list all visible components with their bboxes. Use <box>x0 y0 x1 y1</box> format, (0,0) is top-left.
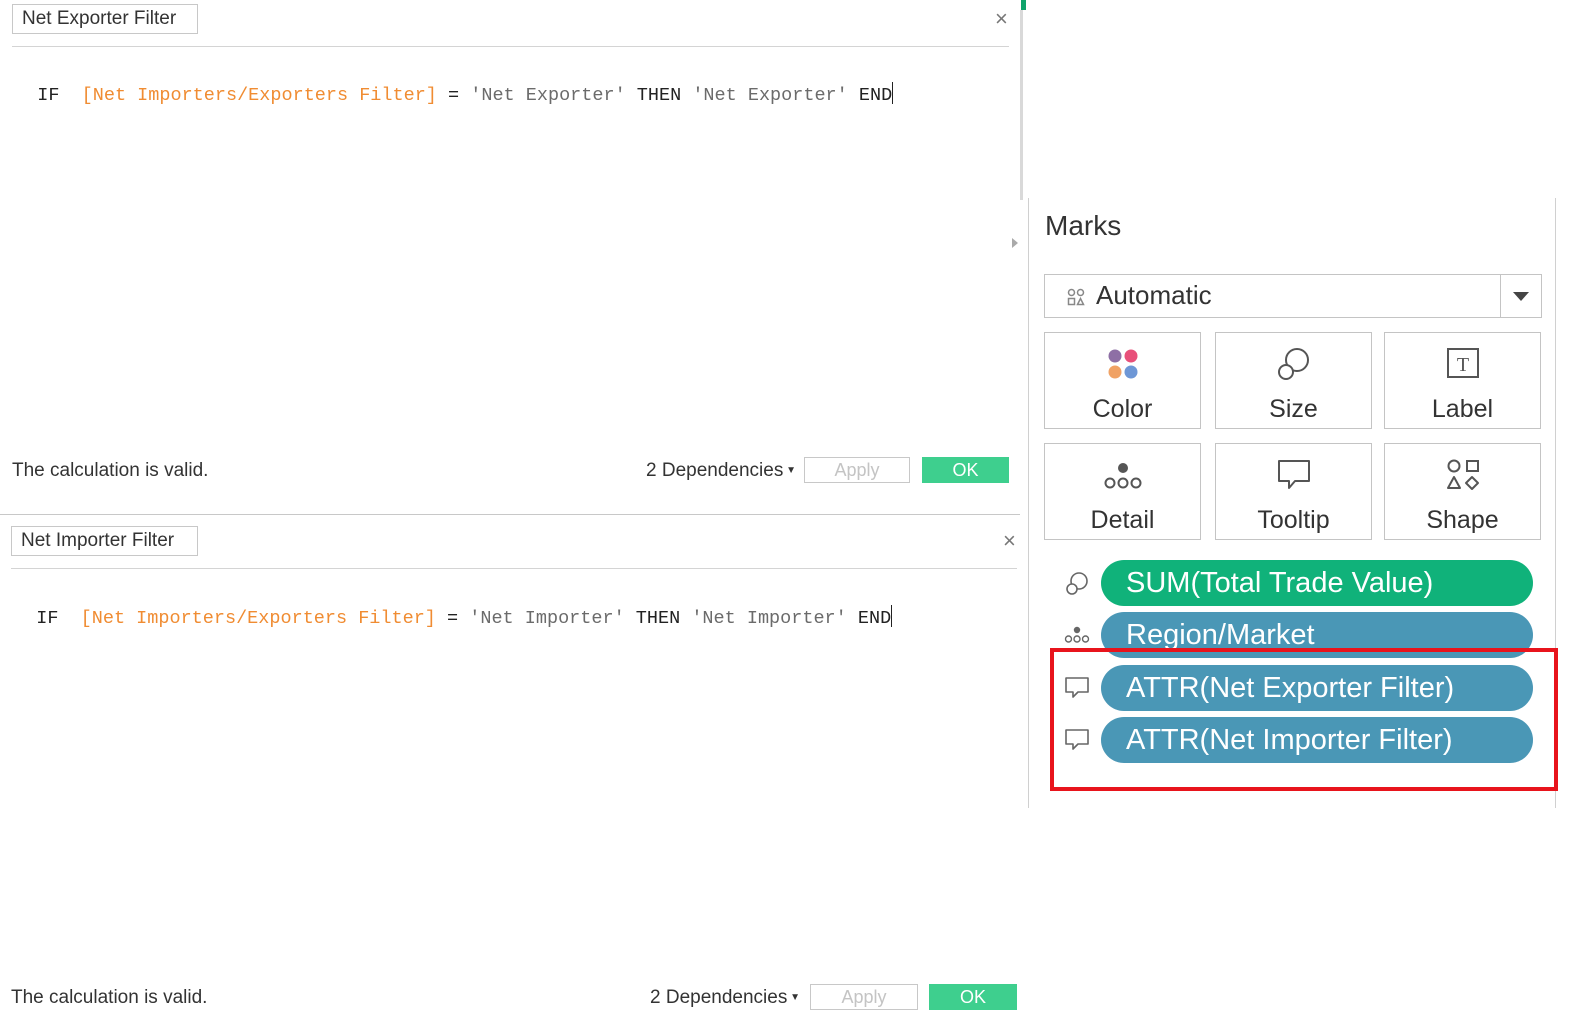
shape-button[interactable]: Shape <box>1384 443 1541 540</box>
close-icon[interactable]: × <box>1003 530 1016 552</box>
formula-operator: = <box>447 608 459 629</box>
calc-status: The calculation is valid. <box>11 987 208 1008</box>
formula-keyword: THEN <box>635 608 681 629</box>
label-button[interactable]: T Label <box>1384 332 1541 429</box>
formula-string: 'Net Exporter' <box>692 85 848 106</box>
calc-name-field[interactable]: Net Exporter Filter <box>12 4 198 34</box>
formula-string: 'Net Importer' <box>691 608 847 629</box>
formula-keyword: IF <box>36 608 59 629</box>
chevron-down-icon: ▼ <box>787 992 801 1003</box>
label-label: Label <box>1431 395 1494 423</box>
ok-button[interactable]: OK <box>922 457 1009 483</box>
calc-status: The calculation is valid. <box>12 460 209 481</box>
sum-total-trade-value-pill[interactable]: SUM(Total Trade Value) <box>1101 560 1533 606</box>
size-icon <box>1216 347 1371 381</box>
tooltip-icon <box>1216 458 1371 492</box>
editor-divider <box>11 568 1017 569</box>
chevron-down-icon: ▼ <box>783 465 797 476</box>
mark-type-dropdown[interactable]: Automatic <box>1044 274 1542 318</box>
detail-label: Detail <box>1090 506 1155 534</box>
text-caret <box>891 605 893 627</box>
apply-button[interactable]: Apply <box>804 457 910 483</box>
shape-label: Shape <box>1426 506 1499 534</box>
chevron-down-icon <box>1513 292 1529 301</box>
selection-indicator <box>1021 0 1026 10</box>
close-icon[interactable]: × <box>995 8 1008 30</box>
highlight-box <box>1050 648 1558 791</box>
text-caret <box>892 82 894 104</box>
size-button[interactable]: Size <box>1215 332 1372 429</box>
dependencies-label: 2 Dependencies <box>650 987 788 1008</box>
detail-button[interactable]: Detail <box>1044 443 1201 540</box>
detail-icon <box>1045 458 1200 492</box>
formula-field-reference: [Net Importers/Exporters Filter] <box>81 85 437 106</box>
formula-string: 'Net Exporter' <box>470 85 626 106</box>
formula-keyword: IF <box>37 85 60 106</box>
mark-type-label: Automatic <box>1096 280 1212 310</box>
shape-icon <box>1385 458 1540 492</box>
editor-divider <box>12 46 1009 47</box>
marks-title: Marks <box>1045 210 1122 241</box>
detail-icon <box>1064 624 1090 651</box>
scrollbar[interactable] <box>1020 10 1023 200</box>
calc-name-field[interactable]: Net Importer Filter <box>11 526 198 556</box>
formula-editor[interactable]: IF [Net Importers/Exporters Filter] = 'N… <box>15 56 894 109</box>
tooltip-label: Tooltip <box>1257 506 1330 534</box>
ok-button[interactable]: OK <box>929 984 1017 1010</box>
dependencies-dropdown[interactable]: 2 Dependencies ▼ <box>646 460 796 482</box>
tooltip-button[interactable]: Tooltip <box>1215 443 1372 540</box>
formula-string: 'Net Importer' <box>469 608 625 629</box>
automatic-mark-icon <box>1067 288 1085 311</box>
dependencies-dropdown[interactable]: 2 Dependencies ▼ <box>650 987 800 1009</box>
section-divider <box>0 514 1020 515</box>
color-button[interactable]: Color <box>1044 332 1201 429</box>
formula-keyword: END <box>857 608 892 629</box>
expand-arrow-icon[interactable] <box>1012 238 1018 248</box>
color-label: Color <box>1092 395 1153 423</box>
size-icon <box>1064 571 1090 602</box>
formula-keyword: END <box>858 85 893 106</box>
size-label: Size <box>1269 395 1318 423</box>
dropdown-separator <box>1500 275 1501 317</box>
dependencies-label: 2 Dependencies <box>646 460 784 481</box>
label-icon: T <box>1385 347 1540 381</box>
formula-editor[interactable]: IF [Net Importers/Exporters Filter] = 'N… <box>14 579 893 632</box>
formula-field-reference: [Net Importers/Exporters Filter] <box>80 608 436 629</box>
svg-text:T: T <box>1456 354 1468 376</box>
apply-button[interactable]: Apply <box>810 984 918 1010</box>
formula-operator: = <box>448 85 460 106</box>
formula-keyword: THEN <box>636 85 682 106</box>
color-icon <box>1045 347 1200 381</box>
